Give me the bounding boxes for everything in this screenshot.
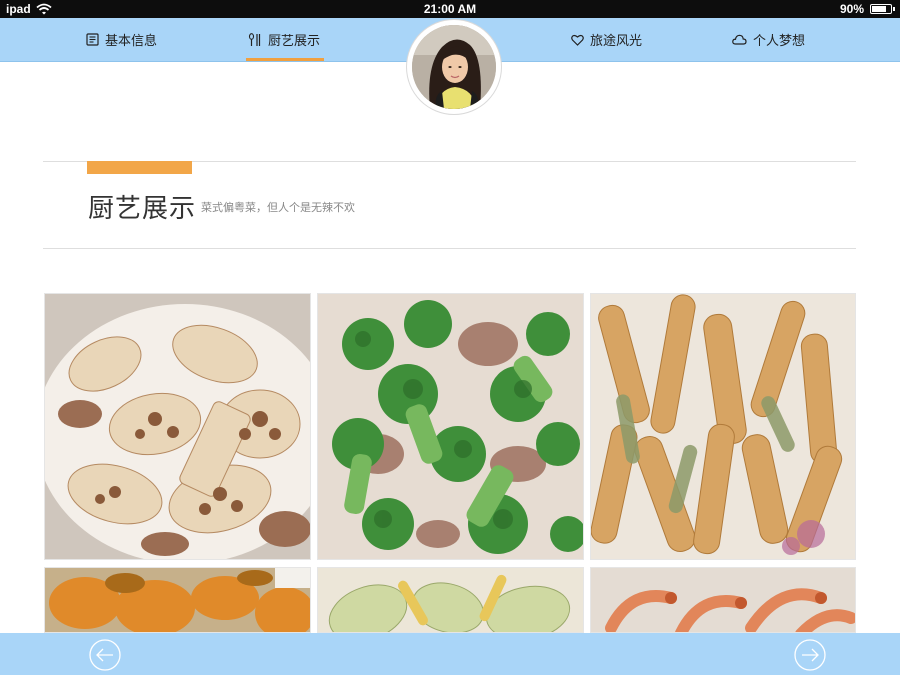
nav-item-dreams[interactable]: 个人梦想 bbox=[732, 18, 805, 61]
gallery-item-broccoli[interactable] bbox=[317, 293, 584, 560]
section-accent-tab bbox=[87, 161, 192, 174]
document-icon bbox=[86, 33, 99, 46]
food-photo bbox=[591, 294, 855, 559]
gallery-item-pumpkin[interactable] bbox=[44, 567, 311, 633]
battery-icon bbox=[870, 4, 895, 14]
food-photo bbox=[591, 568, 855, 632]
section-subtitle: 菜式偏粤菜，但人个是无辣不欢 bbox=[201, 201, 355, 214]
prev-button[interactable] bbox=[89, 639, 121, 671]
food-photo bbox=[318, 294, 583, 559]
gallery-item-squash[interactable] bbox=[317, 567, 584, 633]
section-title: 厨艺展示 bbox=[88, 194, 197, 224]
heart-icon bbox=[571, 34, 584, 46]
avatar-photo bbox=[412, 25, 496, 109]
arrow-right-icon bbox=[794, 639, 826, 671]
divider-bottom bbox=[43, 248, 856, 249]
arrow-left-icon bbox=[89, 639, 121, 671]
gallery-item-fried-strips[interactable] bbox=[590, 293, 856, 560]
nav-item-basic-info[interactable]: 基本信息 bbox=[86, 18, 157, 61]
bottom-bar bbox=[0, 633, 900, 675]
food-photo bbox=[45, 568, 310, 632]
gallery-item-lotus-root[interactable] bbox=[44, 293, 311, 560]
nav-label: 旅途风光 bbox=[590, 34, 643, 49]
gallery-item-shrimp[interactable] bbox=[590, 567, 856, 633]
avatar[interactable] bbox=[407, 20, 501, 114]
nav-label: 基本信息 bbox=[105, 34, 158, 49]
nav-item-cooking[interactable]: 厨艺展示 bbox=[245, 18, 325, 61]
cloud-icon bbox=[732, 34, 747, 45]
next-button[interactable] bbox=[794, 639, 826, 671]
clock: 21:00 AM bbox=[423, 2, 477, 16]
battery-percent: 90% bbox=[839, 2, 864, 16]
nav-item-travel[interactable]: 旅途风光 bbox=[571, 18, 642, 61]
nav-label: 厨艺展示 bbox=[268, 34, 321, 49]
status-bar: ipad 21:00 AM 90% bbox=[0, 0, 900, 18]
status-right: 90% bbox=[839, 0, 895, 18]
food-photo bbox=[318, 568, 583, 632]
cutlery-icon bbox=[248, 32, 261, 46]
food-photo bbox=[45, 294, 310, 559]
nav-label: 个人梦想 bbox=[753, 34, 806, 49]
